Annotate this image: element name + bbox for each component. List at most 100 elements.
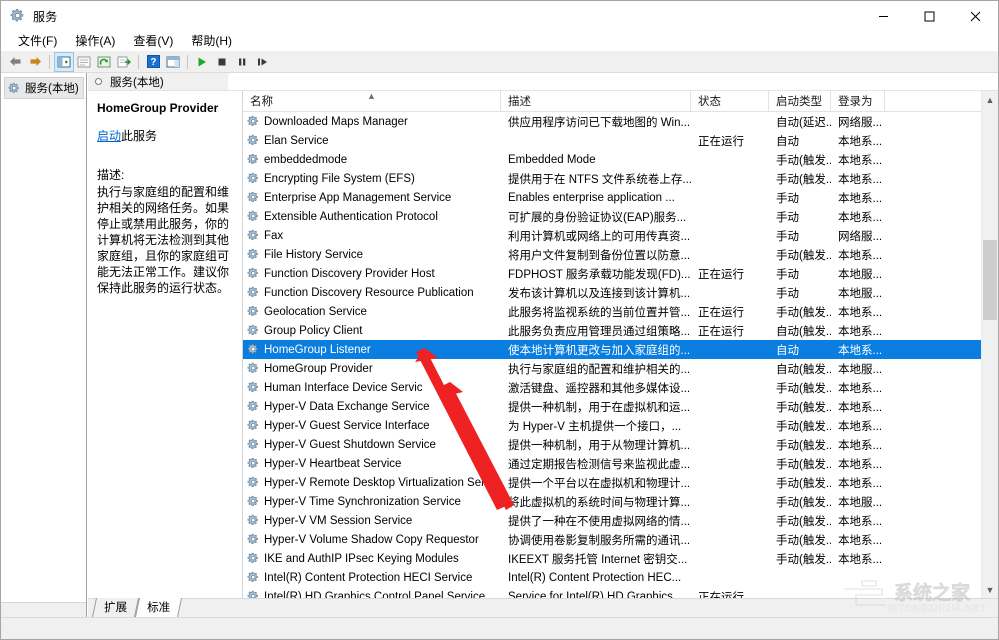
table-row[interactable]: Enterprise App Management ServiceEnables… bbox=[243, 188, 981, 207]
table-row[interactable]: Group Policy Client此服务负责应用管理员通过组策略...正在运… bbox=[243, 321, 981, 340]
service-detail-action-line: 启动此服务 bbox=[97, 127, 233, 144]
table-row[interactable]: Hyper-V Time Synchronization Service将此虚拟… bbox=[243, 492, 981, 511]
refresh-icon[interactable] bbox=[94, 52, 114, 72]
maximize-button[interactable] bbox=[906, 1, 952, 31]
properties-icon[interactable] bbox=[74, 52, 94, 72]
table-row[interactable]: Function Discovery Resource Publication发… bbox=[243, 283, 981, 302]
cell-description: 利用计算机或网络上的可用传真资... bbox=[501, 228, 691, 244]
service-gear-icon bbox=[247, 248, 260, 261]
column-header-status[interactable]: 状态 bbox=[691, 91, 769, 111]
export-list-icon[interactable] bbox=[114, 52, 134, 72]
table-row[interactable]: Hyper-V Volume Shadow Copy Requestor 协调使用… bbox=[243, 530, 981, 549]
cell-description: 协调使用卷影复制服务所需的通讯... bbox=[501, 532, 691, 548]
tab-extended[interactable]: 扩展 bbox=[92, 598, 139, 617]
close-button[interactable] bbox=[952, 1, 998, 31]
cell-log-on-as: 本地系... bbox=[831, 190, 885, 206]
service-gear-icon bbox=[247, 533, 260, 546]
cell-description: 发布该计算机以及连接到该计算机... bbox=[501, 285, 691, 301]
cell-description: 此服务将监视系统的当前位置并管... bbox=[501, 304, 691, 320]
table-row[interactable]: IKE and AuthIP IPsec Keying ModulesIKEEX… bbox=[243, 549, 981, 568]
service-description-text: 执行与家庭组的配置和维护相关的网络任务。如果停止或禁用此服务，你的计算机将无法检… bbox=[97, 184, 233, 296]
table-row[interactable]: Hyper-V Heartbeat Service通过定期报告检测信号来监视此虚… bbox=[243, 454, 981, 473]
cell-startup-type: 手动(触发... bbox=[769, 418, 831, 434]
minimize-button[interactable] bbox=[860, 1, 906, 31]
service-gear-icon bbox=[247, 305, 260, 318]
table-row[interactable]: File History Service将用户文件复制到备份位置以防意...手动… bbox=[243, 245, 981, 264]
start-service-link[interactable]: 启动 bbox=[97, 129, 121, 143]
help-icon[interactable]: ? bbox=[143, 52, 163, 72]
cell-description: Intel(R) Content Protection HEC... bbox=[501, 572, 691, 584]
scrollbar-track[interactable] bbox=[982, 108, 998, 581]
column-header-description[interactable]: 描述 bbox=[501, 91, 691, 111]
column-header-name[interactable]: 名称 ▲ bbox=[243, 91, 501, 111]
table-row[interactable]: HomeGroup Provider执行与家庭组的配置和维护相关的...自动(触… bbox=[243, 359, 981, 378]
cell-service-name: Hyper-V Guest Shutdown Service bbox=[243, 438, 501, 451]
cell-service-name: Group Policy Client bbox=[243, 324, 501, 337]
cell-log-on-as: 本地系... bbox=[831, 475, 885, 491]
cell-service-name: Hyper-V Heartbeat Service bbox=[243, 457, 501, 470]
table-row[interactable]: Function Discovery Provider HostFDPHOST … bbox=[243, 264, 981, 283]
cell-status: 正在运行 bbox=[691, 589, 769, 599]
scroll-up-icon[interactable]: ▲ bbox=[982, 91, 998, 108]
tab-standard[interactable]: 标准 bbox=[135, 598, 182, 617]
table-row[interactable]: Intel(R) Content Protection HECI Service… bbox=[243, 568, 981, 587]
start-service-icon[interactable] bbox=[192, 52, 212, 72]
tree-node-services-local[interactable]: 服务(本地) bbox=[4, 77, 84, 99]
cell-description: 提供了一种在不使用虚拟网络的情... bbox=[501, 513, 691, 529]
cell-service-name: Hyper-V Time Synchronization Service bbox=[243, 495, 501, 508]
menu-view[interactable]: 查看(V) bbox=[124, 30, 182, 52]
cell-service-name: Intel(R) Content Protection HECI Service bbox=[243, 571, 501, 584]
cell-log-on-as: 本地系... bbox=[831, 551, 885, 567]
tree-horizontal-scrollbar[interactable] bbox=[1, 602, 86, 617]
cell-log-on-as: 本地服... bbox=[831, 361, 885, 377]
cell-service-name: File History Service bbox=[243, 248, 501, 261]
show-hide-console-tree-icon[interactable] bbox=[54, 52, 74, 72]
cell-startup-type: 手动(触发... bbox=[769, 304, 831, 320]
cell-service-name: Hyper-V VM Session Service bbox=[243, 514, 501, 527]
table-row[interactable]: Hyper-V Guest Shutdown Service提供一种机制，用于从… bbox=[243, 435, 981, 454]
table-row[interactable]: HomeGroup Listener使本地计算机更改与加入家庭组的...自动本地… bbox=[243, 340, 981, 359]
table-row[interactable]: Downloaded Maps Manager供应用程序访问已下载地图的 Win… bbox=[243, 112, 981, 131]
table-row[interactable]: Geolocation Service此服务将监视系统的当前位置并管...正在运… bbox=[243, 302, 981, 321]
restart-service-icon[interactable] bbox=[252, 52, 272, 72]
cell-log-on-as: 本地服... bbox=[831, 266, 885, 282]
stop-service-icon[interactable] bbox=[212, 52, 232, 72]
table-row[interactable]: Hyper-V Remote Desktop Virtualization Se… bbox=[243, 473, 981, 492]
cell-startup-type: 手动(触发... bbox=[769, 551, 831, 567]
forward-icon[interactable] bbox=[25, 52, 45, 72]
column-header-startup-type[interactable]: 启动类型 bbox=[769, 91, 831, 111]
menu-file[interactable]: 文件(F) bbox=[9, 30, 66, 52]
cell-description: 此服务负责应用管理员通过组策略... bbox=[501, 323, 691, 339]
service-name-label: Hyper-V Volume Shadow Copy Requestor bbox=[264, 534, 479, 546]
service-gear-icon bbox=[247, 457, 260, 470]
vertical-scrollbar[interactable]: ▲ ▼ bbox=[981, 91, 998, 598]
pause-service-icon[interactable] bbox=[232, 52, 252, 72]
cell-startup-type: 手动 bbox=[769, 209, 831, 225]
column-header-log-on-as[interactable]: 登录为 bbox=[831, 91, 885, 111]
cell-description: 使本地计算机更改与加入家庭组的... bbox=[501, 342, 691, 358]
column-header-filler[interactable] bbox=[885, 91, 981, 111]
table-row[interactable]: Fax利用计算机或网络上的可用传真资...手动网络服... bbox=[243, 226, 981, 245]
column-header-startup-type-label: 启动类型 bbox=[776, 93, 822, 109]
table-row[interactable]: Extensible Authentication Protocol可扩展的身份… bbox=[243, 207, 981, 226]
table-row[interactable]: Intel(R) HD Graphics Control Panel Servi… bbox=[243, 587, 981, 598]
scroll-down-icon[interactable]: ▼ bbox=[982, 581, 998, 598]
menu-action[interactable]: 操作(A) bbox=[66, 30, 124, 52]
table-row[interactable]: Hyper-V Guest Service Interface为 Hyper-V… bbox=[243, 416, 981, 435]
table-row[interactable]: Hyper-V Data Exchange Service提供一种机制，用于在虚… bbox=[243, 397, 981, 416]
cell-description: IKEEXT 服务托管 Internet 密钥交... bbox=[501, 551, 691, 567]
service-name-label: File History Service bbox=[264, 249, 363, 261]
table-row[interactable]: Elan Service正在运行自动本地系... bbox=[243, 131, 981, 150]
cell-startup-type: 手动(触发... bbox=[769, 171, 831, 187]
scrollbar-thumb[interactable] bbox=[983, 240, 997, 320]
table-row[interactable]: embeddedmodeEmbedded Mode手动(触发...本地系... bbox=[243, 150, 981, 169]
service-name-label: HomeGroup Listener bbox=[264, 344, 371, 356]
show-hide-action-pane-icon[interactable] bbox=[163, 52, 183, 72]
back-icon[interactable] bbox=[5, 52, 25, 72]
table-row[interactable]: Hyper-V VM Session Service提供了一种在不使用虚拟网络的… bbox=[243, 511, 981, 530]
table-row[interactable]: Encrypting File System (EFS)提供用于在 NTFS 文… bbox=[243, 169, 981, 188]
services-window: 服务 文件(F) 操作(A) 查看(V) 帮助(H) bbox=[0, 0, 999, 640]
service-detail-title: HomeGroup Provider bbox=[97, 101, 233, 115]
menu-help[interactable]: 帮助(H) bbox=[182, 30, 241, 52]
table-row[interactable]: Human Interface Device Servic激活键盘、遥控器和其他… bbox=[243, 378, 981, 397]
